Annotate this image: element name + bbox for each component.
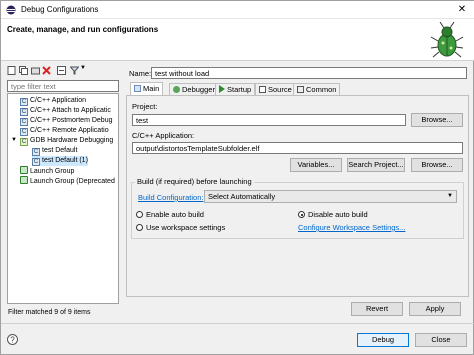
help-icon[interactable]: ? <box>7 334 18 345</box>
c-app-icon: C <box>20 98 28 106</box>
close-window-button[interactable]: ✕ <box>453 3 471 16</box>
use-workspace-option[interactable]: Use workspace settings <box>136 223 225 232</box>
chevron-down-icon: ▼ <box>447 193 453 199</box>
build-config-value: Select Automatically <box>208 192 276 201</box>
gdb-icon: C <box>20 138 28 146</box>
footer-divider <box>1 323 474 324</box>
project-input[interactable]: test <box>132 114 406 126</box>
enable-auto-build-radio[interactable] <box>136 211 143 218</box>
tab-debugger[interactable]: Debugger <box>169 83 219 95</box>
filter-input[interactable]: type filter text <box>7 80 119 92</box>
tab-common[interactable]: Common <box>293 83 341 95</box>
close-button[interactable]: Close <box>415 333 467 347</box>
project-label: Project: <box>132 102 158 111</box>
app-label: C/C++ Application: <box>132 131 195 140</box>
filter-status: Filter matched 9 of 9 items <box>8 309 91 316</box>
new-config-icon[interactable] <box>7 66 16 75</box>
dialog-header: Create, manage, and run configurations <box>1 19 474 61</box>
svg-text:?: ? <box>10 336 15 345</box>
window-title: Debug Configurations <box>21 5 99 14</box>
common-icon <box>297 86 304 93</box>
tree-item-test-default-1[interactable]: Ctest Default (1) <box>32 156 88 166</box>
tree-item-gdb-hw[interactable]: C GDB Hardware Debugging <box>20 136 113 146</box>
tab-source[interactable]: Source <box>255 83 296 95</box>
apply-button[interactable]: Apply <box>409 302 461 316</box>
configure-workspace-link[interactable]: Configure Workspace Settings... <box>298 223 405 232</box>
main-tab-icon <box>134 85 141 92</box>
left-toolbar: ▼ <box>7 65 117 77</box>
header-title: Create, manage, and run configurations <box>7 25 159 34</box>
expand-chevron-icon[interactable]: ▼ <box>11 137 17 143</box>
browse-app-button[interactable]: Browse... <box>411 158 463 172</box>
filter-icon[interactable] <box>70 66 79 75</box>
eclipse-icon <box>6 5 16 15</box>
export-icon[interactable] <box>31 66 40 75</box>
disable-auto-build-radio[interactable] <box>298 211 305 218</box>
config-icon: C <box>32 158 40 166</box>
config-icon: C <box>32 148 40 156</box>
disable-auto-build-option[interactable]: Disable auto build <box>298 210 368 219</box>
bug-icon <box>430 21 464 58</box>
use-workspace-radio[interactable] <box>136 224 143 231</box>
tree-item-cpp-attach[interactable]: C C/C++ Attach to Applicatic <box>20 106 111 116</box>
launch-group-icon <box>20 166 28 174</box>
build-configuration-link[interactable]: Build Configuration: <box>138 193 203 202</box>
config-tree: C C/C++ Application C C/C++ Attach to Appl… <box>7 93 119 304</box>
c-app-icon: C <box>20 128 28 136</box>
tree-item-test-default[interactable]: Ctest Default <box>32 146 77 156</box>
title-bar: Debug Configurations ✕ <box>1 1 474 19</box>
tab-main[interactable]: Main <box>130 82 164 95</box>
build-config-select[interactable]: Select Automatically ▼ <box>204 190 457 203</box>
play-icon <box>219 85 225 93</box>
name-label: Name: <box>129 69 152 78</box>
source-icon <box>259 86 266 93</box>
tab-startup[interactable]: Startup <box>215 83 256 95</box>
tree-item-cpp-app[interactable]: C C/C++ Application <box>20 96 86 106</box>
tree-item-launch-group-deprecated[interactable]: Launch Group (Deprecated <box>20 176 115 186</box>
revert-button[interactable]: Revert <box>351 302 403 316</box>
variables-button[interactable]: Variables... <box>290 158 342 172</box>
dialog-window: Debug Configurations ✕ Create, manage, a… <box>0 0 474 355</box>
browse-project-button[interactable]: Browse... <box>411 113 463 127</box>
tree-item-cpp-postmortem[interactable]: C C/C++ Postmortem Debug <box>20 116 112 126</box>
duplicate-icon[interactable] <box>19 66 28 75</box>
debug-button[interactable]: Debug <box>357 333 409 347</box>
name-input[interactable]: test without load <box>151 67 467 79</box>
app-input[interactable]: output\distortosTemplateSubfolder.elf <box>132 142 463 154</box>
launch-group-icon <box>20 176 28 184</box>
delete-icon[interactable] <box>42 66 51 75</box>
filter-dropdown-icon[interactable]: ▼ <box>80 65 86 71</box>
c-app-icon: C <box>20 118 28 126</box>
enable-auto-build-option[interactable]: Enable auto build <box>136 210 204 219</box>
collapse-all-icon[interactable] <box>57 66 66 75</box>
build-group-title: Build (if required) before launching <box>135 177 254 186</box>
search-project-button[interactable]: Search Project... <box>347 158 405 172</box>
c-app-icon: C <box>20 108 28 116</box>
tree-item-launch-group[interactable]: Launch Group <box>20 166 74 176</box>
tree-item-cpp-remote[interactable]: C C/C++ Remote Applicatio <box>20 126 109 136</box>
bug-icon <box>173 86 180 93</box>
